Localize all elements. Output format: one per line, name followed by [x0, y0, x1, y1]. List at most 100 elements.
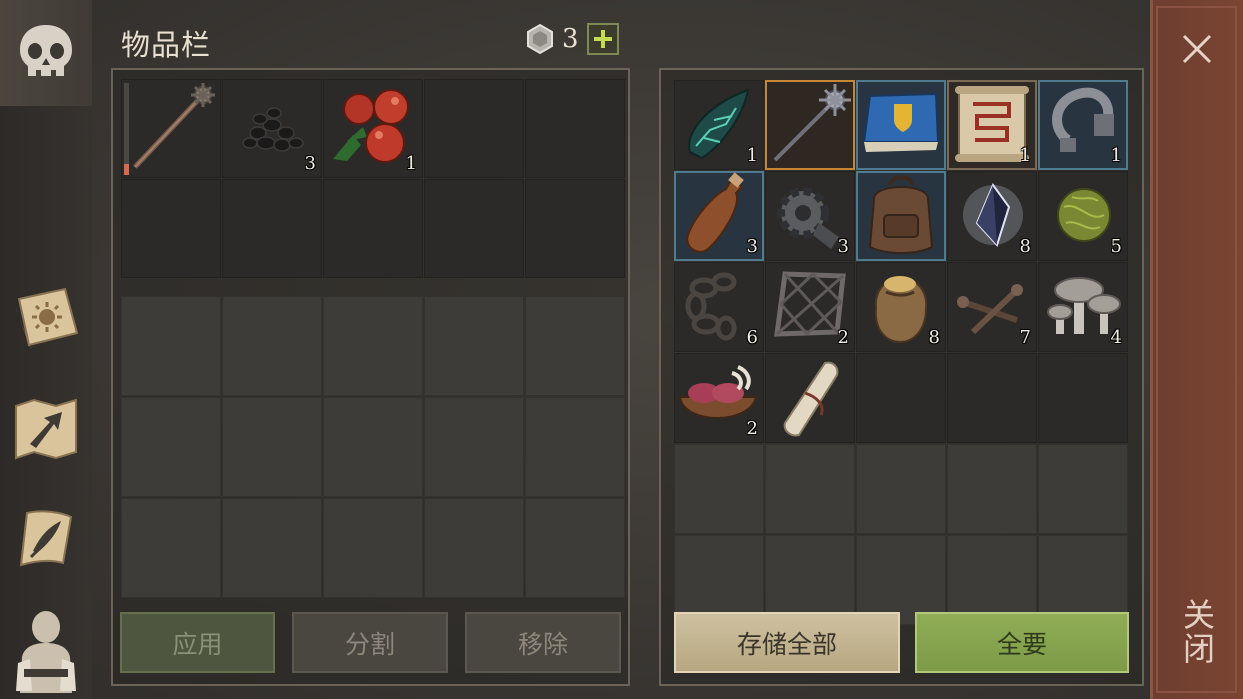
- inventory-slot[interactable]: 3: [222, 79, 322, 178]
- item-count: 6: [746, 327, 758, 348]
- inventory-screen: 物品栏 3 3 1 应用 分割 移除 1 1 1 3 3 8 5 6 2 8 7…: [0, 0, 1243, 699]
- storage-slot[interactable]: 6: [674, 262, 764, 352]
- inventory-slot[interactable]: 1: [323, 79, 423, 178]
- locked-slot: [674, 444, 764, 534]
- storage-slot[interactable]: 8: [856, 262, 946, 352]
- remove-button[interactable]: 移除: [465, 612, 621, 673]
- tab-inventory[interactable]: [0, 0, 92, 106]
- tab-character[interactable]: [0, 598, 92, 699]
- sun-book-icon: [15, 287, 79, 349]
- storage-slot[interactable]: 2: [765, 262, 855, 352]
- sidebar: [0, 0, 92, 699]
- inventory-slot[interactable]: [525, 179, 625, 278]
- storage-locked-grid: [674, 444, 1128, 625]
- storage-slot[interactable]: 8: [947, 171, 1037, 261]
- take-all-button[interactable]: 全要: [915, 612, 1129, 673]
- inventory-grid: 3 1: [121, 79, 625, 278]
- storage-slot[interactable]: 2: [674, 353, 764, 443]
- storage-grid: 1 1 1 3 3 8 5 6 2 8 7 4 2: [674, 80, 1128, 443]
- item-count: 8: [1019, 236, 1031, 257]
- split-button[interactable]: 分割: [292, 612, 448, 673]
- close-bar[interactable]: [1150, 0, 1243, 699]
- close-bar-frame: [1156, 6, 1237, 693]
- tab-map[interactable]: [0, 385, 92, 471]
- storage-slot[interactable]: 3: [674, 171, 764, 261]
- item-count: 1: [405, 153, 417, 174]
- locked-slot: [222, 296, 322, 396]
- item-count: 1: [746, 145, 758, 166]
- storage-slot[interactable]: 1: [674, 80, 764, 170]
- storage-slot[interactable]: [765, 80, 855, 170]
- storage-slot[interactable]: [856, 171, 946, 261]
- locked-slot: [525, 498, 625, 598]
- backpack-icon: [868, 175, 934, 254]
- locked-slot: [424, 498, 524, 598]
- item-count: 8: [928, 327, 940, 348]
- storage-slot[interactable]: [765, 353, 855, 443]
- item-count: 3: [837, 236, 849, 257]
- close-button-label[interactable]: 关闭: [1176, 598, 1220, 666]
- locked-slot: [1038, 444, 1128, 534]
- blue-book-icon: [862, 92, 940, 152]
- inventory-slot[interactable]: [121, 179, 221, 278]
- locked-slot: [121, 296, 221, 396]
- locked-slot: [525, 397, 625, 497]
- item-count: 5: [1110, 236, 1122, 257]
- inventory-slot[interactable]: [222, 179, 322, 278]
- storage-slot[interactable]: [856, 80, 946, 170]
- locked-slot: [856, 444, 946, 534]
- paper-roll-icon: [783, 361, 839, 437]
- locked-slot: [947, 444, 1037, 534]
- storage-slot[interactable]: 7: [947, 262, 1037, 352]
- map-arrow-icon: [15, 398, 77, 460]
- storage-slot[interactable]: 1: [1038, 80, 1128, 170]
- storage-slot[interactable]: 3: [765, 171, 855, 261]
- locked-slot: [121, 397, 221, 497]
- locked-slot: [121, 498, 221, 598]
- storage-slot[interactable]: 4: [1038, 262, 1128, 352]
- inventory-slot[interactable]: [323, 179, 423, 278]
- locked-slot: [222, 397, 322, 497]
- locked-slot: [323, 397, 423, 497]
- currency-display: 3: [524, 22, 619, 56]
- locked-slot: [222, 498, 322, 598]
- storage-slot[interactable]: 5: [1038, 171, 1128, 261]
- silver-coin-icon: [527, 23, 553, 55]
- item-count: 1: [1019, 145, 1031, 166]
- inventory-slot[interactable]: [424, 179, 524, 278]
- locked-slot: [323, 296, 423, 396]
- add-currency-button[interactable]: [586, 23, 619, 55]
- currency-count: 3: [562, 24, 579, 54]
- storage-slot[interactable]: 1: [947, 80, 1037, 170]
- locked-slot: [424, 397, 524, 497]
- locked-slots-grid: [121, 296, 625, 598]
- item-count: 3: [746, 236, 758, 257]
- close-icon[interactable]: [1180, 32, 1214, 66]
- locked-slot: [424, 296, 524, 396]
- scroll-quill-icon: [19, 510, 73, 567]
- inventory-slot[interactable]: [424, 79, 524, 178]
- item-count: 3: [304, 153, 316, 174]
- page-title: 物品栏: [121, 28, 212, 62]
- spiked-mace-icon: [773, 84, 851, 162]
- item-count: 4: [1110, 327, 1122, 348]
- item-count: 1: [1110, 145, 1122, 166]
- skull-icon: [20, 25, 72, 76]
- storage-slot[interactable]: [947, 353, 1037, 443]
- item-count: 2: [746, 418, 758, 439]
- apply-button[interactable]: 应用: [120, 612, 275, 673]
- item-count: 2: [837, 327, 849, 348]
- locked-slot: [765, 444, 855, 534]
- store-all-button[interactable]: 存储全部: [674, 612, 900, 673]
- tab-journal[interactable]: [0, 495, 92, 581]
- inventory-slot[interactable]: [121, 79, 221, 178]
- tab-skills[interactable]: [0, 270, 92, 366]
- storage-slot[interactable]: [1038, 353, 1128, 443]
- locked-slot: [323, 498, 423, 598]
- locked-slot: [525, 296, 625, 396]
- inventory-slot[interactable]: [525, 79, 625, 178]
- character-backpack-icon: [16, 610, 76, 693]
- storage-slot[interactable]: [856, 353, 946, 443]
- item-count: 7: [1019, 327, 1031, 348]
- mace-icon: [133, 83, 215, 169]
